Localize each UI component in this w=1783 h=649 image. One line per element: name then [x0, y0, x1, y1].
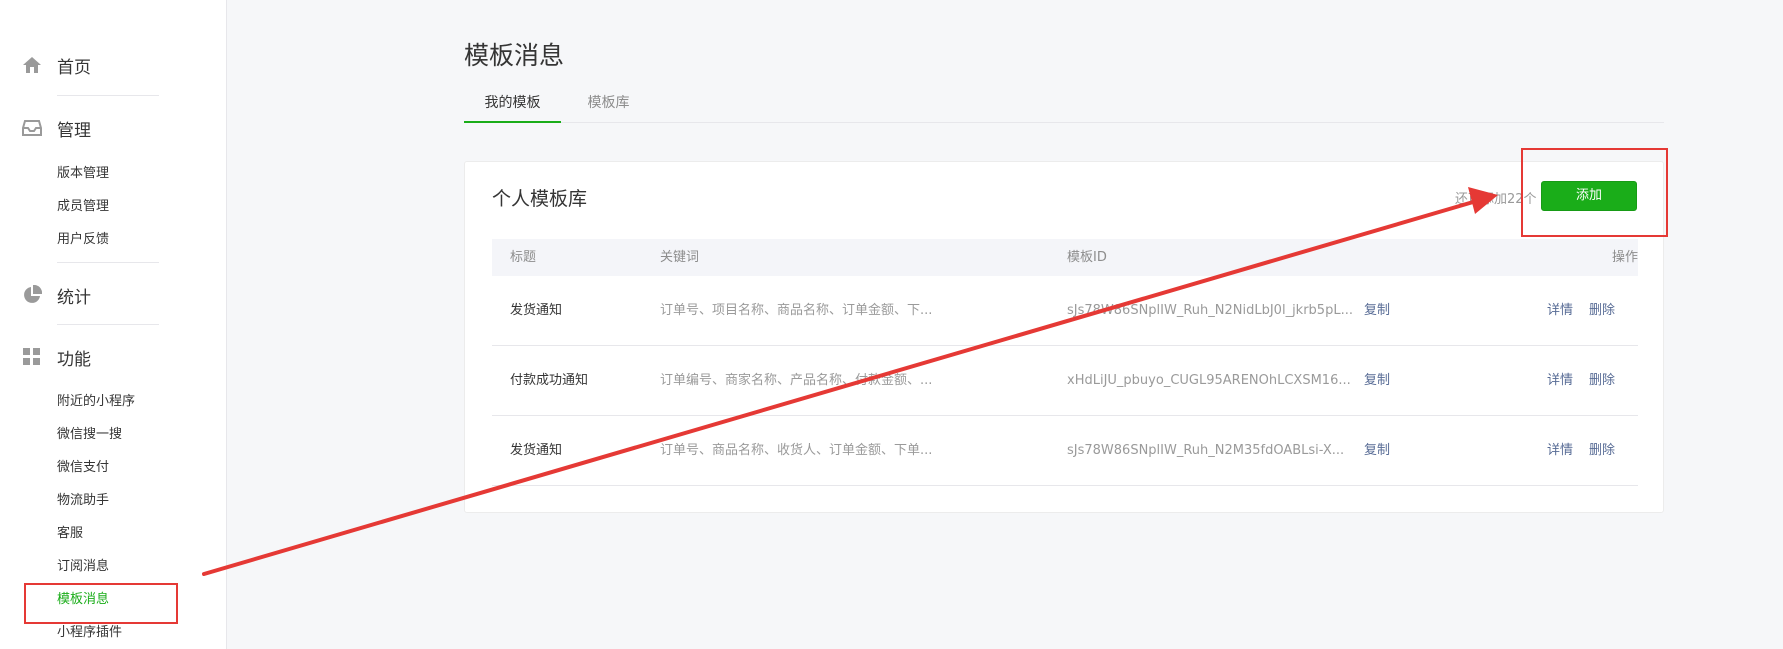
- annotation-box-add: [1521, 148, 1668, 237]
- page-title: 模板消息: [464, 41, 565, 70]
- row-keywords: 订单号、商品名称、收货人、订单金额、下单...: [660, 443, 933, 458]
- nav-home[interactable]: 首页: [0, 50, 227, 80]
- sidebar-item-feedback[interactable]: 用户反馈: [57, 231, 109, 249]
- table-header: 标题 关键词 模板ID 操作: [492, 239, 1638, 276]
- nav-manage-label: 管理: [57, 120, 91, 141]
- sidebar-item-plugin[interactable]: 小程序插件: [57, 624, 122, 642]
- copy-link[interactable]: 复制: [1364, 346, 1390, 416]
- table-row: 发货通知 订单号、商品名称、收货人、订单金额、下单... sJs78W86SNp…: [492, 416, 1638, 486]
- detail-link[interactable]: 详情: [1547, 276, 1573, 346]
- template-card: 个人模板库 还可添加22个 添加 标题 关键词 模板ID 操作 发货通知 订单号…: [464, 161, 1664, 513]
- delete-link[interactable]: 删除: [1589, 276, 1615, 346]
- column-header-actions: 操作: [1612, 250, 1639, 265]
- copy-link[interactable]: 复制: [1364, 276, 1390, 346]
- nav-divider: [57, 324, 159, 325]
- sidebar-item-service[interactable]: 客服: [57, 525, 83, 543]
- row-template-id: sJs78W86SNplIW_Ruh_N2NidLbJ0l_jkrb5pL...: [1067, 303, 1353, 318]
- table-row: 付款成功通知 订单编号、商家名称、产品名称、付款金额、... xHdLiJU_p…: [492, 346, 1638, 416]
- nav-home-label: 首页: [57, 57, 91, 78]
- nav-features-label: 功能: [57, 349, 91, 370]
- row-keywords: 订单编号、商家名称、产品名称、付款金额、...: [660, 373, 933, 388]
- detail-link[interactable]: 详情: [1547, 346, 1573, 416]
- sidebar-item-nearby[interactable]: 附近的小程序: [57, 393, 135, 411]
- column-header-title: 标题: [510, 250, 537, 265]
- copy-link[interactable]: 复制: [1364, 416, 1390, 486]
- sidebar-item-members[interactable]: 成员管理: [57, 198, 109, 216]
- sidebar-item-search[interactable]: 微信搜一搜: [57, 426, 122, 444]
- delete-link[interactable]: 删除: [1589, 346, 1615, 416]
- tab-template-library[interactable]: 模板库: [561, 88, 656, 123]
- detail-link[interactable]: 详情: [1547, 416, 1573, 486]
- nav-stats-label: 统计: [57, 287, 91, 308]
- row-title: 发货通知: [510, 443, 563, 458]
- table-row: 发货通知 订单号、项目名称、商品名称、订单金额、下... sJs78W86SNp…: [492, 276, 1638, 346]
- sidebar-item-pay[interactable]: 微信支付: [57, 459, 109, 477]
- nav-stats[interactable]: 统计: [0, 280, 227, 310]
- sidebar-item-subscribe[interactable]: 订阅消息: [57, 558, 109, 576]
- grid-icon: [22, 347, 42, 367]
- tab-bar: 我的模板 模板库: [464, 88, 1664, 123]
- pie-chart-icon: [22, 284, 43, 305]
- row-keywords: 订单号、项目名称、商品名称、订单金额、下...: [660, 303, 933, 318]
- nav-features[interactable]: 功能: [0, 342, 227, 372]
- inbox-icon: [22, 118, 42, 138]
- row-template-id: xHdLiJU_pbuyo_CUGL95ARENOhLCXSM16...: [1067, 373, 1351, 388]
- column-header-template-id: 模板ID: [1067, 250, 1107, 265]
- row-title: 付款成功通知: [510, 373, 589, 388]
- home-icon: [22, 55, 42, 75]
- sidebar-item-logistics[interactable]: 物流助手: [57, 492, 109, 510]
- tab-my-templates[interactable]: 我的模板: [464, 88, 561, 123]
- row-title: 发货通知: [510, 303, 563, 318]
- row-template-id: sJs78W86SNplIW_Ruh_N2M35fdOABLsi-X...: [1067, 443, 1345, 458]
- nav-manage[interactable]: 管理: [0, 113, 227, 143]
- nav-divider: [57, 262, 159, 263]
- column-header-keywords: 关键词: [660, 250, 700, 265]
- nav-divider: [57, 95, 159, 96]
- sidebar-item-version[interactable]: 版本管理: [57, 165, 109, 183]
- sidebar: 首页 管理 版本管理 成员管理 用户反馈 统计 功能 附近的小程序 微信搜一搜 …: [0, 0, 227, 649]
- delete-link[interactable]: 删除: [1589, 416, 1615, 486]
- annotation-box-sidebar: [24, 583, 178, 624]
- card-title: 个人模板库: [492, 188, 588, 210]
